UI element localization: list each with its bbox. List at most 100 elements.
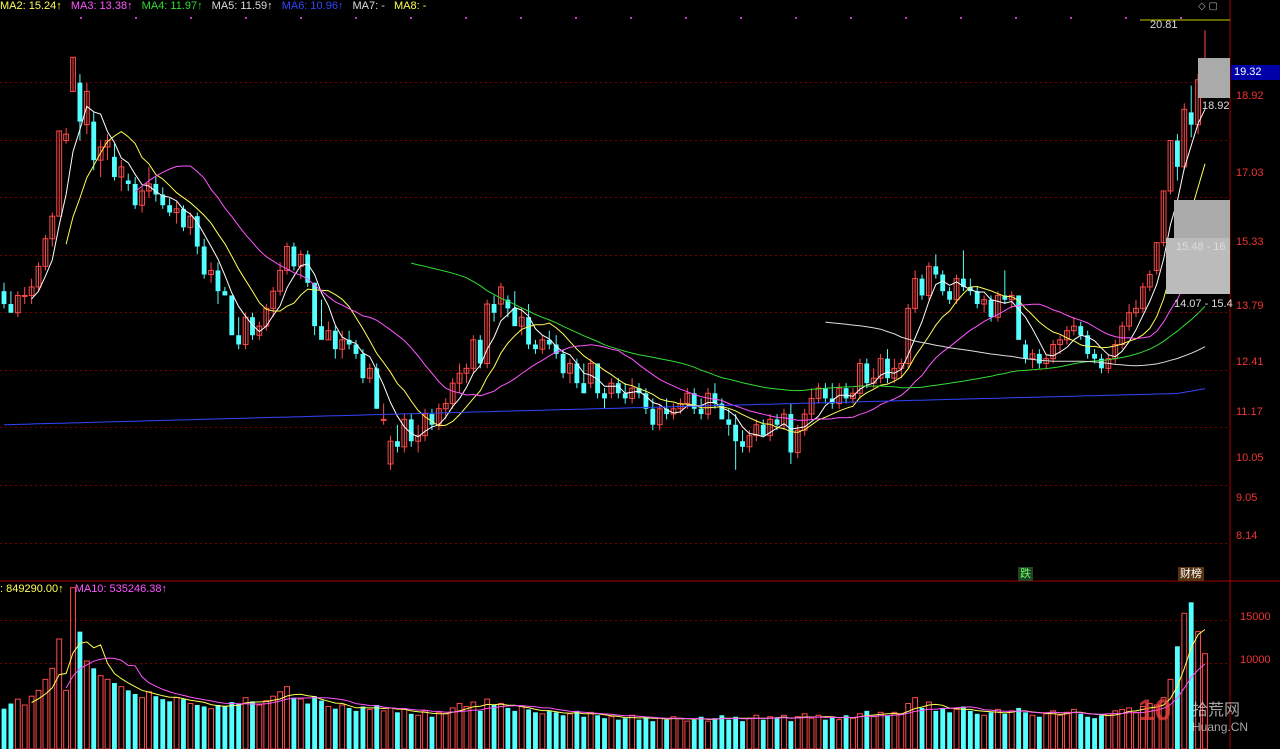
volume-bar <box>1119 708 1126 749</box>
volume-bar <box>560 715 566 749</box>
dot-mark <box>80 17 82 19</box>
dot-mark <box>300 17 302 19</box>
volume-bar <box>1016 707 1022 749</box>
volume-bar <box>822 719 828 749</box>
volume-bar <box>829 716 835 749</box>
volume-bar <box>629 714 636 749</box>
volume-bar <box>132 693 138 749</box>
volume-bar <box>643 716 649 749</box>
candle-body <box>864 363 870 384</box>
volume-bar <box>1105 713 1112 749</box>
dot-mark <box>520 17 522 19</box>
volume-bar <box>208 708 214 749</box>
candle-body <box>774 419 780 425</box>
volume-bar <box>49 667 56 749</box>
chip-range-note: 14.07 - 15.4 <box>1174 298 1233 310</box>
volume-bar <box>270 695 277 749</box>
volume-bar <box>1070 708 1077 749</box>
volume-bar <box>56 638 63 749</box>
volume-bar <box>650 721 656 749</box>
volume-bar <box>567 713 573 749</box>
volume-bar <box>463 705 470 749</box>
volume-bar <box>891 711 898 749</box>
volume-bar <box>366 708 373 749</box>
volume-bar <box>836 719 843 749</box>
ma5-legend: MA5: 11.59↑ <box>211 0 273 12</box>
candle-body <box>477 339 483 364</box>
candle-body <box>319 326 324 340</box>
volume-bar <box>1112 710 1119 749</box>
volume-bar <box>242 697 249 749</box>
candle-body <box>112 156 117 178</box>
volume-bar <box>518 705 525 749</box>
chip-box <box>1198 58 1230 98</box>
ma4-legend: MA4: 11.97↑ <box>141 0 203 12</box>
candle-body <box>885 358 890 379</box>
volume-bar <box>215 704 221 749</box>
volume-bar <box>870 716 877 749</box>
volume-bar <box>1023 712 1028 749</box>
volume-bar <box>753 714 760 749</box>
candle-body <box>581 383 587 394</box>
volume-bar <box>1092 718 1097 749</box>
ma3-legend: MA3: 13.38↑ <box>70 0 133 12</box>
max-price-note: 20.81 <box>1150 19 1178 31</box>
volume-bar <box>912 697 919 749</box>
candle-body <box>919 278 925 296</box>
volume-bar <box>263 700 270 749</box>
volume-bar <box>719 715 725 749</box>
price-axis-label: 12.41 <box>1236 356 1264 368</box>
volume-bar <box>477 710 483 749</box>
candle-body <box>940 274 946 292</box>
candle-body <box>602 393 607 399</box>
candle-body <box>974 291 980 305</box>
dot-mark <box>1180 17 1182 19</box>
kline-chart[interactable] <box>0 0 1280 749</box>
candle-body <box>740 441 745 447</box>
volume-bar <box>346 707 352 749</box>
dot-mark <box>1125 17 1127 19</box>
volume-bar <box>360 706 366 749</box>
volume-bar <box>14 698 21 749</box>
candle-body <box>1036 353 1042 364</box>
volume-bar <box>305 703 311 749</box>
candle-body <box>229 295 235 336</box>
candle-body <box>215 270 221 292</box>
chip-box <box>1174 200 1230 238</box>
volume-bar <box>153 696 159 749</box>
dot-mark <box>410 17 412 19</box>
volume-bar <box>167 701 173 749</box>
dot-mark <box>1070 17 1072 19</box>
chart-settings-icon[interactable]: ◇ ▢ <box>1198 1 1218 12</box>
volume-bar <box>574 710 580 749</box>
candle-body <box>236 335 242 345</box>
price-axis-label: 13.79 <box>1236 300 1264 312</box>
volume-bar <box>291 697 297 749</box>
price-axis-label: 10.05 <box>1236 452 1264 464</box>
event-marker-finance[interactable]: 财榜 <box>1178 567 1204 581</box>
volume-axis-label: 15000 <box>1240 611 1271 623</box>
volume-bar <box>415 714 422 749</box>
candle-body <box>933 266 939 275</box>
dot-mark <box>905 17 907 19</box>
event-marker-drop[interactable]: 跌 <box>1018 567 1033 581</box>
candle-body <box>947 291 953 300</box>
volume-bar <box>429 716 435 749</box>
volume-bar <box>160 699 166 749</box>
volume-bar <box>91 668 97 749</box>
volume-bar <box>615 719 621 749</box>
dot-mark <box>795 17 797 19</box>
volume-bar <box>794 716 801 749</box>
candle-body <box>1078 326 1084 336</box>
candle-body <box>380 418 387 421</box>
dot-mark <box>740 17 742 19</box>
volume-bar <box>856 713 863 749</box>
volume-bar <box>339 704 346 749</box>
candle-body <box>91 121 97 161</box>
volume-bar <box>533 712 538 749</box>
volume-bar <box>988 712 994 749</box>
volume-bar <box>602 718 607 749</box>
candle-body <box>726 419 732 425</box>
volume-bar <box>981 714 988 749</box>
volume-bar <box>1008 710 1015 749</box>
